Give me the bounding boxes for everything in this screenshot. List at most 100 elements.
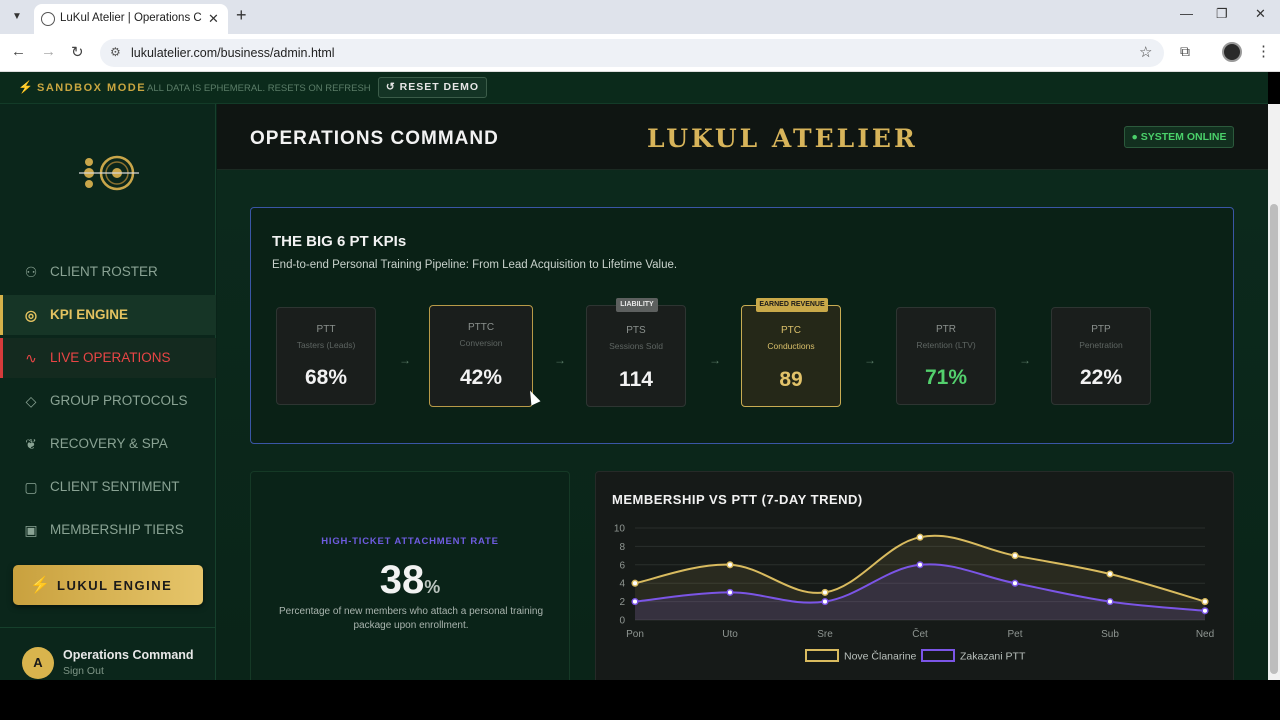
kpi-card-ptt[interactable]: PTT Tasters (Leads) 68% [276, 307, 376, 405]
scrollbar-thumb[interactable] [1270, 204, 1278, 674]
sandbox-banner: ⚡ SANDBOX MODE ALL DATA IS EPHEMERAL. RE… [0, 72, 1268, 104]
bookmark-star-icon[interactable]: ☆ [1139, 43, 1152, 61]
browser-tab[interactable]: LuKul Atelier | Operations Command ✕ [34, 4, 228, 34]
kpi-desc: Retention (LTV) [916, 340, 976, 350]
legend-swatch [805, 649, 839, 662]
sidebar-item-label: MEMBERSHIP TIERS [50, 522, 184, 537]
pulse-icon: ∿ [25, 350, 37, 366]
scrollbar[interactable] [1268, 104, 1280, 680]
data-point [631, 598, 639, 606]
earned-revenue-badge: EARNED REVENUE [756, 298, 828, 312]
reload-icon[interactable]: ↻ [71, 43, 84, 61]
data-point [821, 598, 829, 606]
avatar[interactable]: A [22, 647, 54, 679]
url-text: lukulatelier.com/business/admin.html [131, 46, 335, 60]
trend-chart: 0 2 4 6 8 10 Pon Uto Sre Čet Pet Sub Ned Nove Članari… [614, 524, 1214, 663]
status-badge: ● SYSTEM ONLINE [1124, 126, 1234, 148]
legend-swatch [921, 649, 955, 662]
x-tick-label: Pon [626, 629, 644, 640]
close-tab-icon[interactable]: ✕ [208, 11, 219, 27]
menu-more-icon[interactable]: ⋮ [1256, 42, 1271, 60]
sidebar-item-client-roster[interactable]: ⚇ CLIENT ROSTER [0, 252, 216, 292]
kpi-card-ptc[interactable]: EARNED REVENUE PTC Conductions 89 [741, 298, 841, 407]
sandbox-title: SANDBOX MODE [37, 82, 147, 94]
kpi-value: 71% [924, 366, 968, 389]
kpi-value: 68% [304, 366, 348, 389]
kpi-code: PTT [316, 324, 336, 335]
reset-demo-button[interactable]: ↺ RESET DEMO [378, 77, 487, 98]
globe-icon [41, 12, 55, 26]
sidebar-item-kpi-engine[interactable]: ◎ KPI ENGINE [0, 295, 216, 335]
data-point [1011, 579, 1019, 587]
data-point [1201, 598, 1209, 606]
kpi-desc: Tasters (Leads) [296, 340, 356, 350]
users-icon: ⚇ [24, 264, 38, 280]
browser-tab-bar: ▼ LuKul Atelier | Operations Command ✕ +… [0, 0, 1280, 34]
x-tick-label: Pet [1007, 629, 1022, 640]
sidebar-item-label: KPI ENGINE [50, 307, 129, 322]
tab-list-icon[interactable]: ▼ [8, 8, 26, 26]
data-point [1106, 598, 1114, 606]
kpi-code: PTR [936, 324, 956, 335]
kpi-value: 42% [459, 366, 503, 389]
user-name: Operations Command [63, 648, 194, 662]
kpi-panel: THE BIG 6 PT KPIs End-to-end Personal Tr… [250, 207, 1234, 444]
kpi-card-ptr[interactable]: PTR Retention (LTV) 71% [896, 307, 996, 405]
engine-button-label: LUKUL ENGINE [57, 578, 173, 593]
tab-title: LuKul Atelier | Operations Command [60, 12, 202, 24]
lukul-engine-button[interactable]: ⚡ LUKUL ENGINE [13, 565, 203, 605]
new-tab-icon[interactable]: + [236, 5, 247, 26]
x-tick-label: Ned [1196, 629, 1214, 640]
kpi-card-pts[interactable]: LIABILITY PTS Sessions Sold 114 [586, 298, 686, 407]
data-point [1201, 607, 1209, 615]
back-icon[interactable]: ← [11, 43, 26, 60]
sidebar-item-group-protocols[interactable]: ◇ GROUP PROTOCOLS [0, 381, 216, 421]
kpi-value: 114 [619, 368, 653, 391]
arrow-right-icon: → [1019, 353, 1031, 367]
sidebar-item-label: CLIENT ROSTER [50, 264, 158, 279]
arrow-right-icon: → [399, 353, 411, 367]
kpi-title: THE BIG 6 PT KPIs [272, 233, 407, 250]
sidebar-divider [0, 627, 216, 628]
attachment-rate-desc: Percentage of new members who attach a p… [278, 606, 544, 631]
url-field[interactable]: ⚙ lukulatelier.com/business/admin.html ☆ [100, 39, 1164, 67]
kpi-card-pttc[interactable]: PTTC Conversion 42% [429, 305, 533, 407]
attachment-rate-label: HIGH-TICKET ATTACHMENT RATE [321, 536, 499, 547]
close-window-icon[interactable]: ✕ [1255, 6, 1266, 22]
message-icon: ▢ [24, 479, 38, 495]
attachment-rate-panel: HIGH-TICKET ATTACHMENT RATE 38% Percenta… [250, 471, 570, 680]
y-tick-label: 0 [619, 616, 625, 627]
sign-out-link[interactable]: Sign Out [63, 665, 104, 677]
attachment-rate-value: 38% [251, 558, 569, 603]
attachment-rate-unit: % [424, 577, 441, 597]
kpi-card-ptp[interactable]: PTP Penetration 22% [1051, 307, 1151, 405]
bolt-icon: ⚡ [18, 80, 33, 94]
page-header: OPERATIONS COMMAND LUKUL ATELIER ● SYSTE… [217, 104, 1268, 170]
profile-avatar-icon[interactable] [1222, 42, 1242, 62]
sidebar-item-label: RECOVERY & SPA [50, 436, 168, 451]
y-tick-label: 6 [619, 560, 625, 571]
sidebar-item-membership-tiers[interactable]: ▣ MEMBERSHIP TIERS [0, 510, 216, 550]
x-tick-label: Sre [817, 629, 833, 640]
sidebar-item-recovery-spa[interactable]: ❦ RECOVERY & SPA [0, 424, 216, 464]
kpi-code: PTP [1091, 324, 1111, 335]
forward-icon[interactable]: → [41, 43, 56, 60]
data-point [631, 579, 639, 587]
kpi-code: PTTC [467, 322, 495, 333]
layers-icon: ◇ [25, 393, 37, 409]
data-point [916, 561, 924, 569]
sidebar-item-live-operations[interactable]: ∿ LIVE OPERATIONS [0, 338, 216, 378]
address-bar: ← → ↻ ⚙ lukulatelier.com/business/admin.… [0, 34, 1280, 72]
minimize-icon[interactable]: — [1180, 6, 1193, 21]
sidebar-item-label: LIVE OPERATIONS [50, 350, 171, 365]
sidebar-item-client-sentiment[interactable]: ▢ CLIENT SENTIMENT [0, 467, 216, 507]
extensions-icon[interactable]: ⧉ [1180, 43, 1190, 60]
arrow-right-icon: → [554, 353, 566, 367]
x-tick-label: Sub [1101, 629, 1119, 640]
restore-icon[interactable]: ❐ [1216, 6, 1228, 22]
sidebar: ⚇ CLIENT ROSTER ◎ KPI ENGINE ∿ LIVE OPER… [0, 104, 216, 680]
legend-label: Zakazani PTT [960, 651, 1026, 663]
kpi-desc: Conductions [767, 341, 815, 351]
site-info-icon[interactable]: ⚙ [110, 45, 121, 59]
data-point [1011, 552, 1019, 560]
